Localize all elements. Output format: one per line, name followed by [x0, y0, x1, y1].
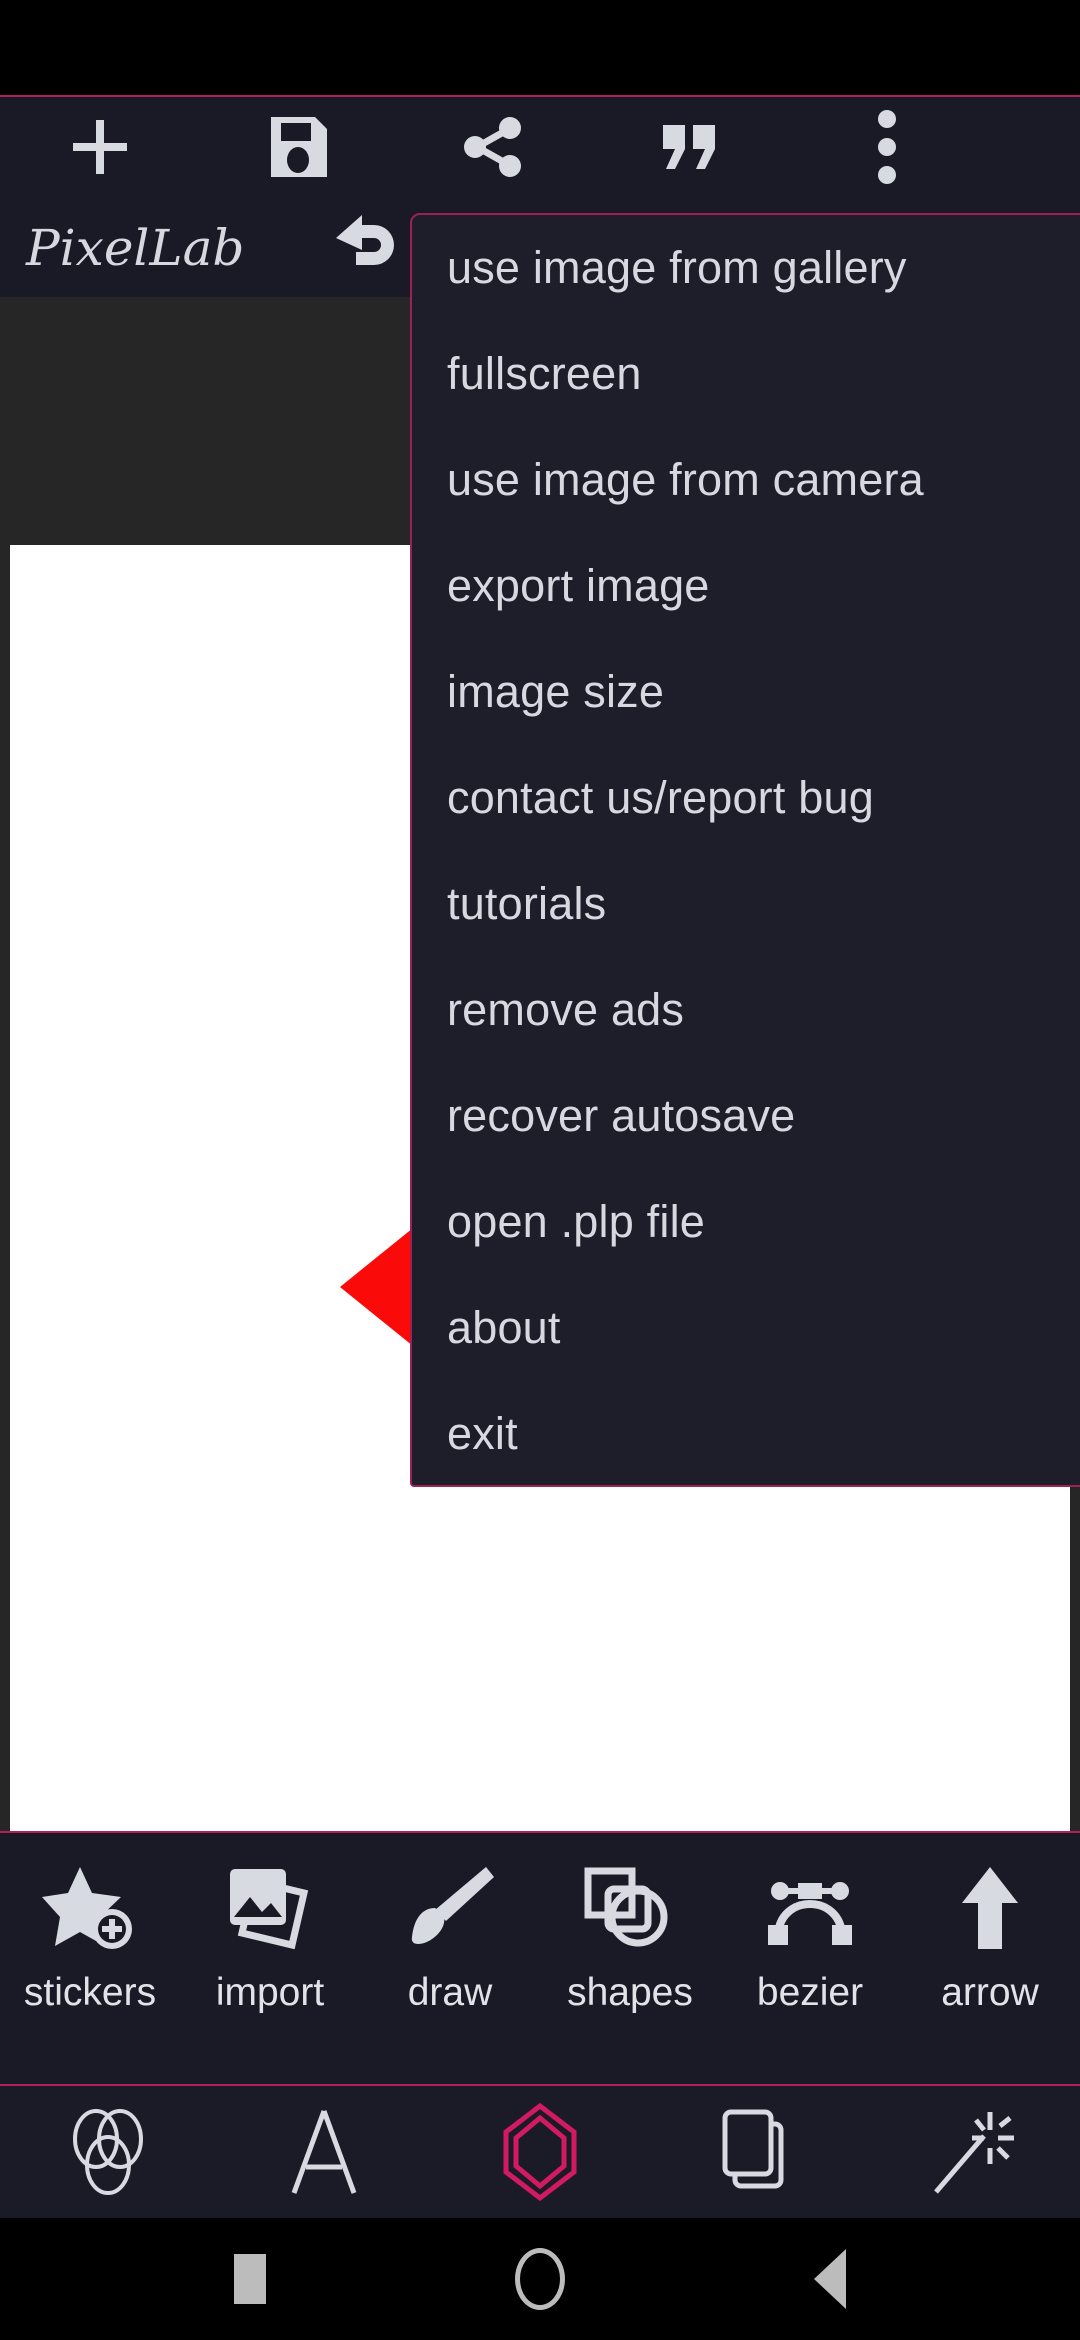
tool-label: shapes [567, 1971, 693, 2014]
pixellab-wordmark-icon: PixelLab [25, 219, 244, 277]
tool-label: import [215, 1971, 325, 2014]
top-toolbar-row-1 [0, 97, 1080, 197]
plus-icon [73, 120, 127, 174]
tool-draw[interactable]: draw [360, 1855, 540, 2015]
tool-import[interactable]: import [180, 1855, 360, 2015]
tool-strip: stickers import draw shapes bezier arrow [0, 1831, 1080, 2086]
hexagon-icon [503, 2102, 577, 2202]
venn-circles-icon [73, 2109, 143, 2195]
nav-item-blend[interactable] [0, 2105, 216, 2199]
app-logo: PixelLab [22, 211, 262, 285]
menu-item-label: recover autosave [447, 1090, 796, 1141]
tool-icon-wrap [942, 1855, 1038, 1963]
tool-label: stickers [23, 1971, 157, 2014]
share-icon [464, 117, 521, 177]
system-navigation-bar [0, 2218, 1080, 2340]
tool-stickers[interactable]: stickers [0, 1855, 180, 2015]
bezier-curve-icon [768, 1882, 852, 1945]
tool-label: bezier [756, 1971, 864, 2014]
menu-item-use-image-from-camera[interactable]: use image from camera [412, 427, 1080, 533]
letter-a-icon [291, 2110, 357, 2194]
menu-item-label: remove ads [447, 984, 685, 1035]
system-recents-button[interactable] [170, 2254, 330, 2304]
undo-icon [336, 215, 394, 265]
menu-item-use-image-from-gallery[interactable]: use image from gallery [412, 215, 1080, 321]
menu-item-label: about [447, 1302, 561, 1353]
menu-item-image-size[interactable]: image size [412, 639, 1080, 745]
menu-item-about[interactable]: about [412, 1275, 1080, 1381]
system-back-button[interactable] [750, 2249, 910, 2309]
menu-item-recover-autosave[interactable]: recover autosave [412, 1063, 1080, 1169]
menu-item-fullscreen[interactable]: fullscreen [412, 321, 1080, 427]
tool-icon-wrap [42, 1855, 138, 1963]
layers-icon [722, 2109, 784, 2189]
photo-stack-icon [230, 1869, 309, 1950]
share-button[interactable] [395, 97, 591, 197]
save-icon [270, 117, 327, 177]
tool-bezier[interactable]: bezier [720, 1855, 900, 2015]
triangle-back-icon [814, 2249, 846, 2309]
square-icon [234, 2254, 266, 2304]
menu-item-label: contact us/report bug [447, 772, 874, 823]
tool-label: arrow [941, 1971, 1039, 2014]
menu-item-label: export image [447, 560, 710, 611]
menu-item-contact-us-report-bug[interactable]: contact us/report bug [412, 745, 1080, 851]
menu-item-label: open .plp file [447, 1196, 705, 1247]
menu-item-label: exit [447, 1408, 518, 1459]
system-home-button[interactable] [460, 2248, 620, 2310]
nav-item-text[interactable] [216, 2105, 432, 2199]
more-vertical-icon [878, 110, 896, 184]
status-bar [0, 0, 1080, 95]
overflow-dropdown-menu[interactable]: use image from gallery fullscreen use im… [410, 213, 1080, 1487]
arrow-up-icon [962, 1867, 1018, 1949]
menu-item-label: fullscreen [447, 348, 642, 399]
add-button[interactable] [0, 97, 200, 197]
menu-item-label: use image from camera [447, 454, 924, 505]
tool-list: stickers import draw shapes bezier arrow [0, 1833, 1080, 2086]
logo-text: PixelLab [25, 219, 244, 277]
tool-icon-wrap [402, 1855, 498, 1963]
overflow-menu-button[interactable] [787, 97, 987, 197]
menu-item-label: use image from gallery [447, 242, 907, 293]
tool-arrow[interactable]: arrow [900, 1855, 1080, 2015]
tool-icon-wrap [222, 1855, 318, 1963]
menu-item-exit[interactable]: exit [412, 1381, 1080, 1485]
tool-icon-wrap [762, 1855, 858, 1963]
shapes-icon [584, 1867, 668, 1947]
save-button[interactable] [200, 97, 395, 197]
tool-icon-wrap [582, 1855, 678, 1963]
bottom-nav-divider [0, 2084, 1080, 2086]
paintbrush-icon [411, 1867, 494, 1944]
quote-button[interactable] [591, 97, 787, 197]
magic-wand-icon [934, 2112, 1014, 2194]
nav-item-effects[interactable] [864, 2104, 1080, 2200]
menu-item-export-image[interactable]: export image [412, 533, 1080, 639]
nav-item-shape[interactable] [432, 2102, 648, 2202]
menu-item-remove-ads[interactable]: remove ads [412, 957, 1080, 1063]
menu-item-label: tutorials [447, 878, 607, 929]
menu-item-label: image size [447, 666, 665, 717]
bottom-nav [0, 2086, 1080, 2218]
quote-icon [663, 125, 715, 169]
menu-item-tutorials[interactable]: tutorials [412, 851, 1080, 957]
tool-label: draw [407, 1971, 493, 2014]
app-root: PixelLab use image from gallery fullscre… [0, 0, 1080, 2340]
menu-item-open-plp-file[interactable]: open .plp file [412, 1169, 1080, 1275]
circle-icon [515, 2248, 565, 2310]
tool-shapes[interactable]: shapes [540, 1855, 720, 2015]
star-plus-icon [42, 1867, 132, 1949]
nav-item-layers[interactable] [648, 2104, 864, 2200]
